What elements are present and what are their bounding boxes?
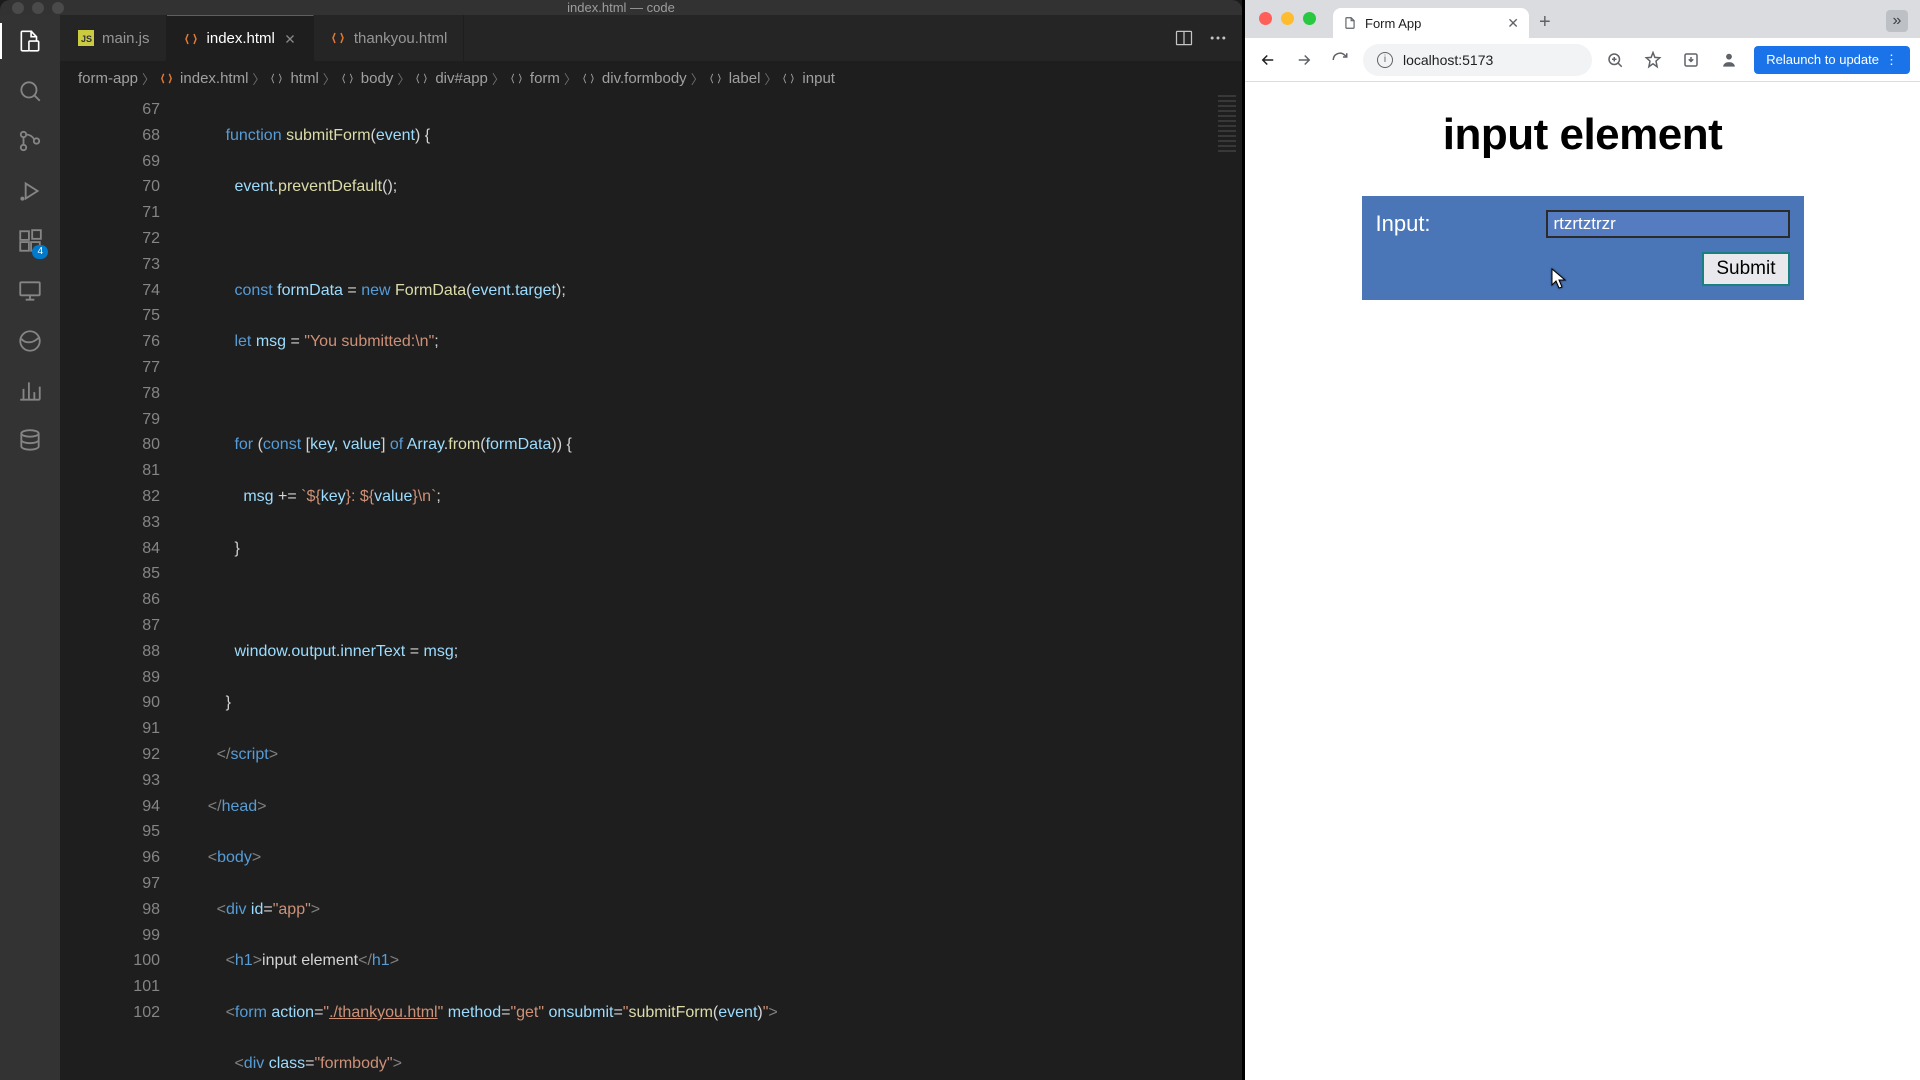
html-file-icon: [183, 31, 199, 47]
expand-tabs-icon[interactable]: »: [1886, 10, 1908, 32]
tab-title: Form App: [1365, 16, 1421, 31]
forward-button[interactable]: [1291, 47, 1317, 73]
svg-text:JS: JS: [81, 34, 92, 44]
code-editor[interactable]: 6768697071727374757677787980818283848586…: [60, 95, 1242, 1080]
breadcrumb[interactable]: form-app〉 index.html〉 html〉 body〉 div#ap…: [60, 61, 1242, 95]
bc-item[interactable]: label: [729, 70, 761, 87]
relaunch-button[interactable]: Relaunch to update⋮: [1754, 46, 1910, 74]
activity-bar: 4 1: [0, 15, 60, 1080]
source-control-icon[interactable]: [16, 127, 44, 155]
url-text: localhost:5173: [1403, 52, 1493, 68]
mac-traffic-lights[interactable]: [1259, 12, 1316, 25]
install-icon[interactable]: [1678, 47, 1704, 73]
window-title: index.html — code: [567, 0, 675, 15]
site-info-icon[interactable]: i: [1377, 52, 1393, 68]
symbol-icon: [414, 71, 429, 86]
close-icon[interactable]: [283, 32, 297, 46]
vscode-titlebar: index.html — code: [0, 0, 1242, 15]
close-tab-icon[interactable]: ✕: [1507, 15, 1519, 32]
submit-button[interactable]: Submit: [1702, 252, 1789, 286]
html-file-icon: [159, 71, 174, 86]
zoom-icon[interactable]: [1602, 47, 1628, 73]
mac-traffic-lights[interactable]: [12, 2, 64, 14]
html-file-icon: [330, 30, 346, 46]
bc-item[interactable]: form: [530, 70, 560, 87]
symbol-icon: [269, 71, 284, 86]
more-actions-icon[interactable]: [1208, 28, 1228, 48]
remote-explorer-icon[interactable]: [16, 277, 44, 305]
page-favicon: [1343, 16, 1357, 30]
bc-item[interactable]: input: [802, 70, 835, 87]
chrome-window: Form App ✕ + » i localhost:5173 Relaunch…: [1242, 0, 1920, 1080]
symbol-icon: [708, 71, 723, 86]
js-file-icon: JS: [78, 30, 94, 46]
tab-main-js[interactable]: JS main.js: [62, 15, 167, 61]
form-card: Input: Submit: [1362, 196, 1804, 300]
edge-tools-icon[interactable]: [16, 327, 44, 355]
bc-item[interactable]: div#app: [435, 70, 488, 87]
symbol-icon: [340, 71, 355, 86]
back-button[interactable]: [1255, 47, 1281, 73]
address-bar[interactable]: i localhost:5173: [1363, 44, 1592, 76]
minimap[interactable]: [1218, 95, 1236, 235]
tab-label: index.html: [207, 30, 275, 47]
tab-thankyou-html[interactable]: thankyou.html: [314, 15, 464, 61]
database-icon[interactable]: [16, 427, 44, 455]
graph-icon[interactable]: [16, 377, 44, 405]
chrome-toolbar: i localhost:5173 Relaunch to update⋮: [1245, 38, 1920, 82]
tab-label: thankyou.html: [354, 30, 447, 47]
profile-icon[interactable]: [1716, 47, 1742, 73]
bc-item[interactable]: html: [290, 70, 318, 87]
reload-button[interactable]: [1327, 47, 1353, 73]
extensions-icon[interactable]: 4: [16, 227, 44, 255]
browser-tab[interactable]: Form App ✕: [1333, 8, 1529, 38]
editor-tabs: JS main.js index.html thankyou.html: [60, 15, 1242, 61]
rendered-page: input element Input: Submit: [1245, 82, 1920, 1080]
explorer-icon[interactable]: [16, 27, 44, 55]
bc-item[interactable]: body: [361, 70, 394, 87]
input-label: Input:: [1376, 211, 1526, 237]
run-debug-icon[interactable]: [16, 177, 44, 205]
bc-item[interactable]: form-app: [78, 70, 138, 87]
tab-label: main.js: [102, 30, 150, 47]
search-icon[interactable]: [16, 77, 44, 105]
vscode-window: index.html — code 4 1 JS main.js: [0, 0, 1242, 1080]
bookmark-icon[interactable]: [1640, 47, 1666, 73]
split-editor-icon[interactable]: [1174, 28, 1194, 48]
page-heading: input element: [1443, 110, 1723, 160]
extensions-badge: 4: [32, 245, 48, 259]
tab-index-html[interactable]: index.html: [167, 15, 314, 61]
symbol-icon: [781, 71, 796, 86]
text-input[interactable]: [1546, 210, 1790, 238]
bc-item[interactable]: index.html: [180, 70, 248, 87]
symbol-icon: [509, 71, 524, 86]
bc-item[interactable]: div.formbody: [602, 70, 687, 87]
gutter: 6768697071727374757677787980818283848586…: [60, 95, 190, 1080]
symbol-icon: [581, 71, 596, 86]
chrome-tabstrip: Form App ✕ + »: [1245, 0, 1920, 38]
code-content[interactable]: function submitForm(event) { event.preve…: [190, 95, 1242, 1080]
new-tab-button[interactable]: +: [1539, 11, 1551, 34]
